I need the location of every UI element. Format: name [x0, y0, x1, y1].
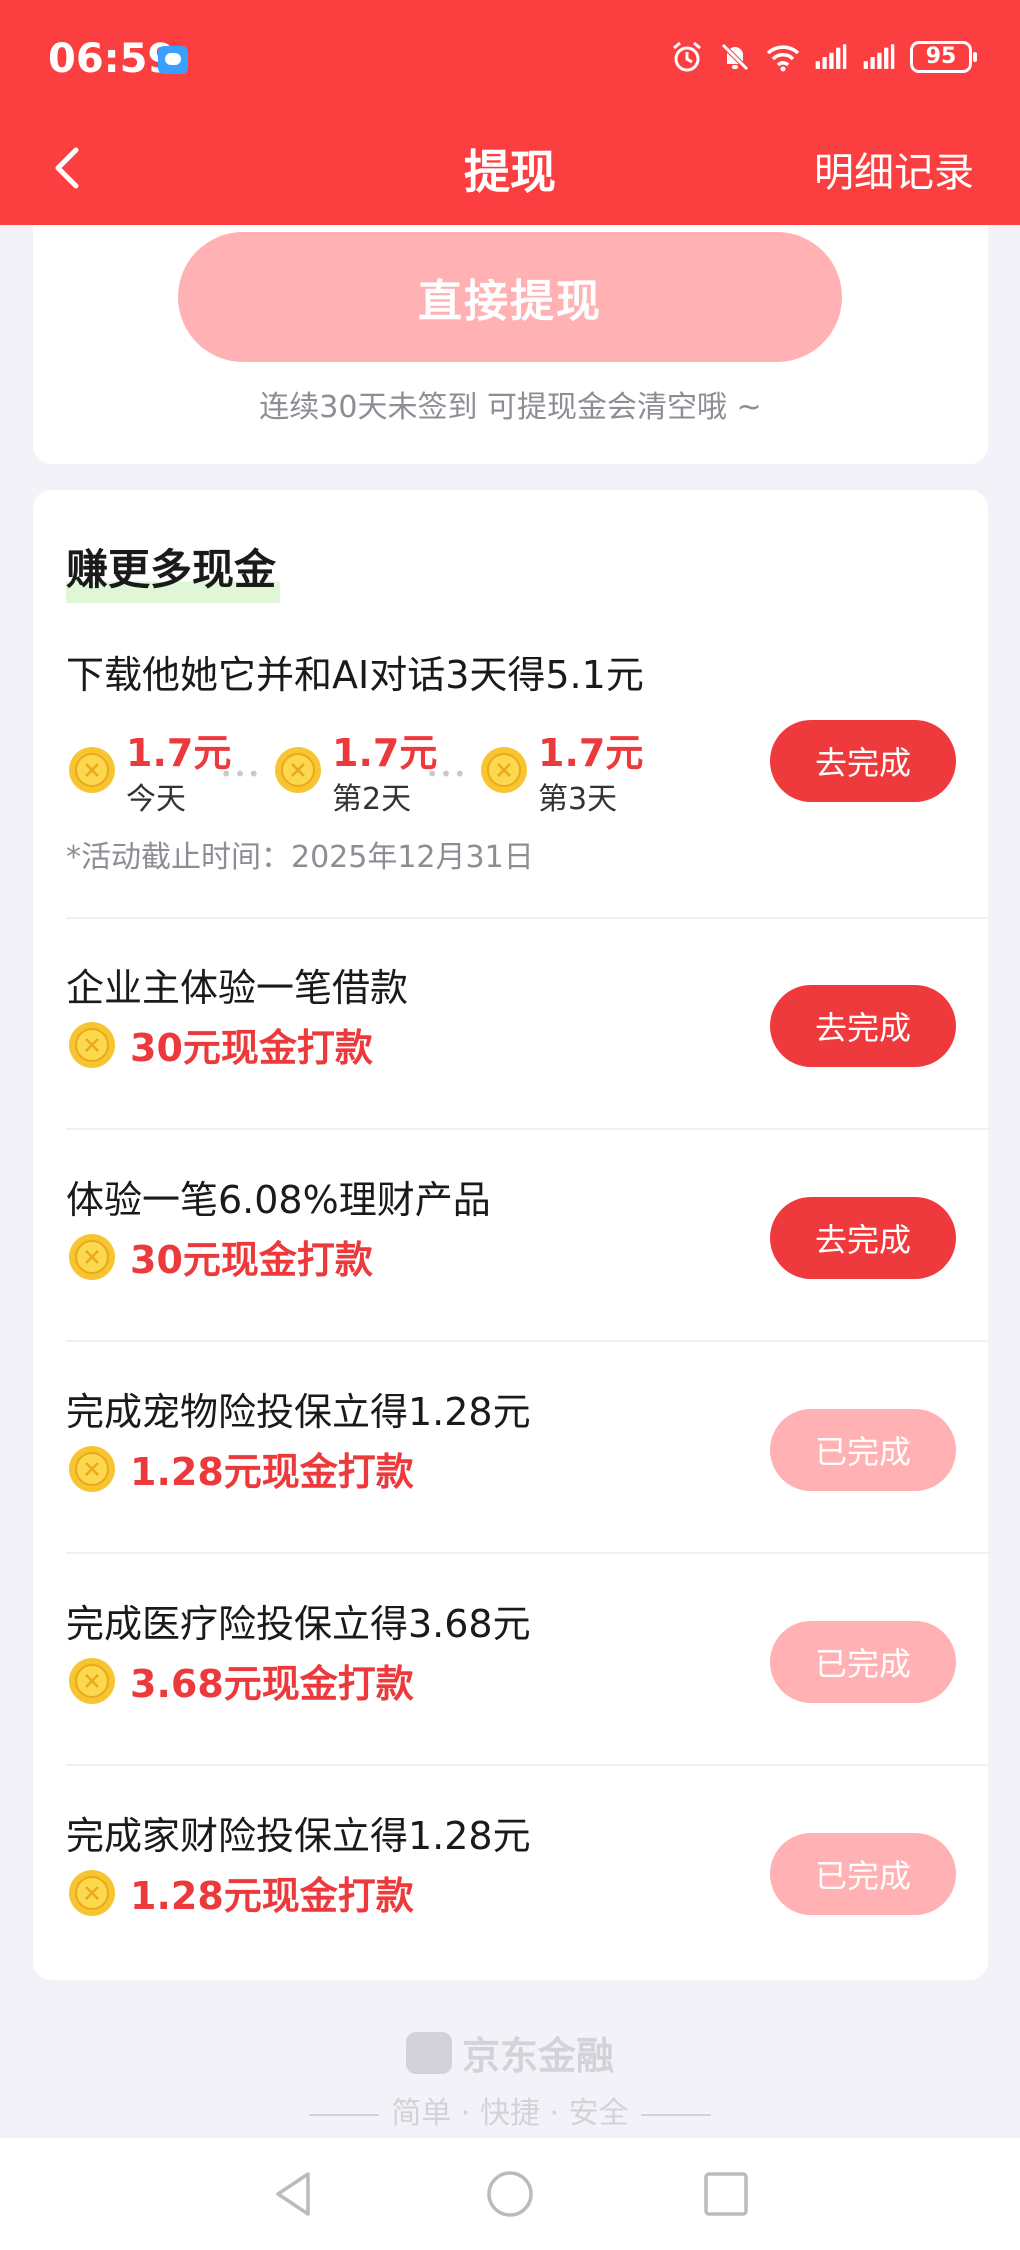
reward-row: 1.28元现金打款 — [66, 1865, 414, 1920]
system-navigation-bar — [0, 2138, 1020, 2250]
coin-icon — [69, 747, 115, 793]
day-amount: 1.7元 — [332, 731, 438, 775]
reward-text: 1.28元现金打款 — [130, 1874, 414, 1918]
coin-icon — [69, 1869, 115, 1916]
wifi-icon — [766, 45, 800, 72]
app-header: 06:59 95 提现 明细记录 — [0, 0, 1020, 225]
withdraw-note: 连续30天未签到 可提现金会清空哦 ~ — [259, 390, 762, 425]
status-bar: 06:59 95 — [0, 0, 1020, 120]
day-label: 今天 — [126, 782, 186, 817]
nav-home-icon[interactable] — [484, 2168, 536, 2220]
brand-logo: 京东金融 — [405, 2025, 614, 2080]
alarm-icon — [673, 41, 701, 72]
day-amount: 1.7元 — [126, 731, 232, 775]
mute-bell-icon — [721, 43, 749, 71]
slogan-text: 简单 · 快捷 · 安全 — [391, 2096, 629, 2131]
day-label: 第2天 — [332, 782, 412, 817]
task-home-insurance: 完成家财险投保立得1.28元 1.28元现金打款 已完成 — [33, 1765, 988, 1977]
day-label: 第3天 — [538, 782, 618, 817]
day-amount: 1.7元 — [538, 731, 644, 775]
task-wealth: 体验一笔6.08%理财产品 30元现金打款 去完成 — [33, 1129, 988, 1342]
section-title: 赚更多现金 — [66, 536, 281, 603]
task-action-button[interactable]: 去完成 — [770, 720, 956, 802]
withdraw-card: 直接提现 连续30天未签到 可提现金会清空哦 ~ — [33, 200, 988, 464]
day-reward-1: 1.7元 今天 — [66, 722, 231, 818]
task-action-button[interactable]: 去完成 — [770, 985, 956, 1067]
task-title: 体验一笔6.08%理财产品 — [66, 1178, 491, 1222]
day-reward-3: 1.7元 第3天 — [478, 722, 643, 818]
task-pet-insurance: 完成宠物险投保立得1.28元 1.28元现金打款 已完成 — [33, 1341, 988, 1554]
slogan-line-right — [640, 2113, 711, 2116]
reward-row: 30元现金打款 — [66, 1017, 373, 1072]
coin-icon — [69, 1233, 115, 1280]
nav-back-icon[interactable] — [268, 2168, 320, 2220]
reward-row: 3.68元现金打款 — [66, 1653, 414, 1708]
detail-records-link[interactable]: 明细记录 — [814, 140, 974, 198]
task-completed-button[interactable]: 已完成 — [770, 1833, 956, 1915]
reward-text: 3.68元现金打款 — [130, 1662, 414, 1706]
signal-icon — [815, 44, 847, 69]
task-title: 完成家财险投保立得1.28元 — [66, 1814, 531, 1858]
reward-row: 1.28元现金打款 — [66, 1441, 414, 1496]
status-icons: 95 — [670, 40, 977, 74]
reward-text: 30元现金打款 — [130, 1026, 373, 1070]
coin-icon — [69, 1657, 115, 1704]
task-loan: 企业主体验一笔借款 30元现金打款 去完成 — [33, 917, 988, 1130]
slogan-line-left — [309, 2113, 380, 2116]
brand-name: 京东金融 — [461, 2034, 614, 2078]
nav-bar: 提现 明细记录 — [0, 120, 1020, 225]
reward-text: 30元现金打款 — [130, 1238, 373, 1282]
direct-withdraw-button[interactable]: 直接提现 — [178, 232, 842, 362]
task-completed-button[interactable]: 已完成 — [770, 1409, 956, 1491]
earn-more-card: 赚更多现金 下载他她它并和AI对话3天得5.1元 1.7元 今天 ••• 1.7… — [33, 490, 988, 1980]
task-completed-button[interactable]: 已完成 — [770, 1621, 956, 1703]
task-medical-insurance: 完成医疗险投保立得3.68元 3.68元现金打款 已完成 — [33, 1553, 988, 1766]
reward-row: 30元现金打款 — [66, 1229, 373, 1284]
task-action-button[interactable]: 去完成 — [770, 1197, 956, 1279]
jd-logo-icon — [405, 2031, 452, 2074]
reward-text: 1.28元现金打款 — [130, 1450, 414, 1494]
nav-recents-icon[interactable] — [700, 2168, 752, 2220]
brand-footer: 京东金融 简单 · 快捷 · 安全 — [0, 2025, 1020, 2132]
status-time: 06:59 — [48, 36, 176, 82]
daily-rewards: 1.7元 今天 ••• 1.7元 第2天 ••• 1.7元 第3天 — [66, 722, 643, 818]
coin-icon — [69, 1021, 115, 1068]
battery-icon: 95 — [910, 41, 977, 73]
day-reward-2: 1.7元 第2天 — [272, 722, 437, 818]
message-notification-icon — [158, 46, 188, 74]
task-title: 下载他她它并和AI对话3天得5.1元 — [66, 653, 644, 697]
coin-icon — [69, 1445, 115, 1492]
brand-slogan: 简单 · 快捷 · 安全 — [0, 2088, 1020, 2132]
activity-deadline: *活动截止时间：2025年12月31日 — [66, 840, 534, 875]
task-title: 完成医疗险投保立得3.68元 — [66, 1602, 531, 1646]
task-title: 企业主体验一笔借款 — [66, 966, 409, 1010]
task-title: 完成宠物险投保立得1.28元 — [66, 1390, 531, 1434]
signal-icon-2 — [863, 44, 895, 69]
coin-icon — [275, 747, 321, 793]
coin-icon — [481, 747, 527, 793]
